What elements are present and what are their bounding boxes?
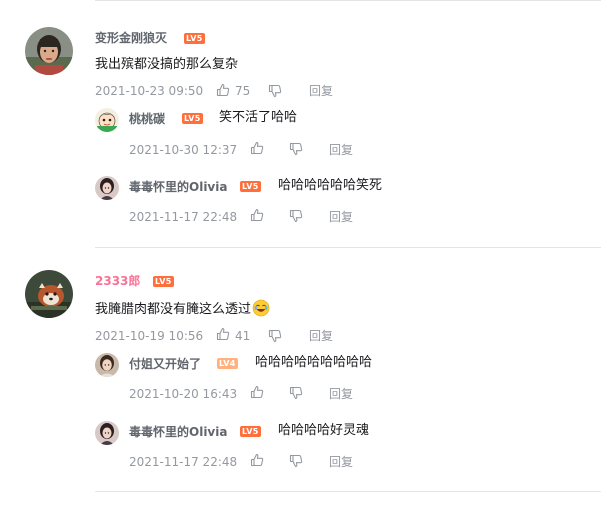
level-badge: LV5 bbox=[182, 113, 203, 124]
username[interactable]: 毒毒怀里的Olivia bbox=[129, 424, 227, 440]
thumbs-up-icon[interactable] bbox=[250, 453, 264, 467]
avatar[interactable] bbox=[95, 176, 119, 200]
level-badge: LV4 bbox=[217, 358, 238, 369]
username[interactable]: 毒毒怀里的Olivia bbox=[129, 179, 227, 195]
divider bbox=[95, 247, 601, 248]
avatar[interactable] bbox=[25, 27, 73, 75]
thumbs-down-icon[interactable] bbox=[289, 209, 303, 223]
reply-button[interactable]: 回复 bbox=[329, 454, 353, 470]
level-badge: LV5 bbox=[240, 426, 261, 437]
reply-button[interactable]: 回复 bbox=[309, 328, 333, 344]
avatar[interactable] bbox=[95, 108, 119, 132]
timestamp: 2021-11-17 22:48 bbox=[129, 210, 238, 224]
thumbs-up-icon[interactable] bbox=[216, 327, 230, 341]
reply-button[interactable]: 回复 bbox=[309, 83, 333, 99]
thumbs-down-icon[interactable] bbox=[268, 84, 282, 98]
reply-button[interactable]: 回复 bbox=[329, 209, 353, 225]
timestamp: 2021-10-19 10:56 bbox=[95, 329, 204, 343]
thumbs-up-icon[interactable] bbox=[250, 141, 264, 155]
thumbs-up-icon[interactable] bbox=[250, 208, 264, 222]
like-count: 41 bbox=[235, 329, 251, 343]
thumbs-up-icon[interactable] bbox=[216, 83, 230, 97]
timestamp: 2021-10-23 09:50 bbox=[95, 84, 204, 98]
avatar[interactable] bbox=[95, 421, 119, 445]
divider bbox=[95, 491, 601, 492]
reply-button[interactable]: 回复 bbox=[329, 142, 353, 158]
thumbs-up-icon[interactable] bbox=[250, 385, 264, 399]
username[interactable]: 变形金刚狼灭 bbox=[95, 30, 167, 46]
reply-text: 哈哈哈哈好灵魂 bbox=[278, 423, 370, 438]
reply-text: 哈哈哈哈哈哈笑死 bbox=[278, 178, 383, 193]
thumbs-down-icon[interactable] bbox=[289, 454, 303, 468]
laughing-emoji-icon bbox=[252, 299, 270, 323]
avatar[interactable] bbox=[95, 353, 119, 377]
thumbs-down-icon[interactable] bbox=[289, 386, 303, 400]
level-badge: LV5 bbox=[240, 181, 261, 192]
timestamp: 2021-10-30 12:37 bbox=[129, 143, 238, 157]
thumbs-down-icon[interactable] bbox=[268, 329, 282, 343]
divider bbox=[95, 0, 601, 1]
timestamp: 2021-11-17 22:48 bbox=[129, 455, 238, 469]
reply-button[interactable]: 回复 bbox=[329, 386, 353, 402]
timestamp: 2021-10-20 16:43 bbox=[129, 387, 238, 401]
reply-text: 笑不活了哈哈 bbox=[219, 110, 298, 125]
level-badge: LV5 bbox=[184, 33, 205, 44]
level-badge: LV5 bbox=[153, 276, 174, 287]
comment-text: 我出殡都没搞的那么复杂 bbox=[95, 57, 239, 72]
comment-text-value: 我腌腊肉都没有腌这么透过 bbox=[95, 302, 252, 317]
username[interactable]: 桃桃碳 bbox=[129, 111, 165, 127]
comment-text: 我腌腊肉都没有腌这么透过 bbox=[95, 299, 270, 323]
like-count: 75 bbox=[235, 84, 251, 98]
thumbs-down-icon[interactable] bbox=[289, 142, 303, 156]
username[interactable]: 付姐又开始了 bbox=[129, 356, 201, 372]
avatar[interactable] bbox=[25, 270, 73, 318]
reply-text: 哈哈哈哈哈哈哈哈哈 bbox=[255, 355, 373, 370]
username[interactable]: 2333郎 bbox=[95, 273, 140, 289]
